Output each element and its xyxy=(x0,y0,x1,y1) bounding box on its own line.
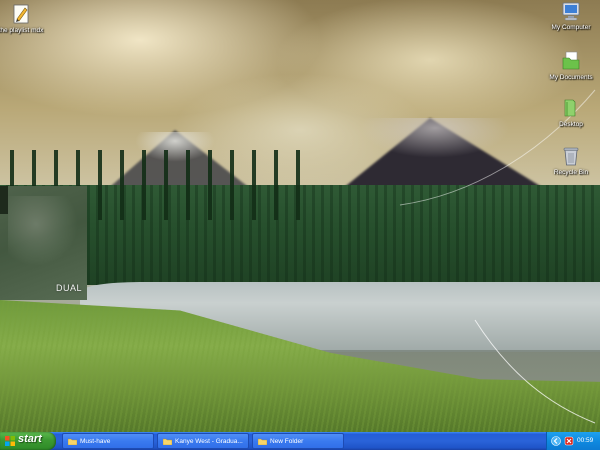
desktop-icon-label: the playlist mdx xyxy=(0,27,44,34)
pencil-doc-icon xyxy=(13,4,29,24)
desktop-icon-label: Desktop xyxy=(559,121,583,128)
desktop-wallpaper[interactable] xyxy=(0,0,600,432)
desktop-icon-my-documents[interactable]: My Documents xyxy=(540,50,600,82)
wallpaper-light-arc xyxy=(399,89,596,424)
monitor-icon xyxy=(562,2,580,21)
folder-icon xyxy=(68,438,77,445)
desktop-icon-desktop[interactable]: Desktop xyxy=(540,97,600,129)
desktop-icon-label: My Documents xyxy=(549,74,593,81)
windows-logo-icon xyxy=(5,436,15,446)
taskbar-button-kanye-west[interactable]: Kanye West - Gradua... xyxy=(157,433,249,449)
green-folder-icon xyxy=(564,99,576,117)
start-button[interactable]: start xyxy=(0,432,56,450)
show-hidden-icons-chevron-icon[interactable] xyxy=(551,436,561,446)
dual-widget-handle[interactable] xyxy=(0,186,8,214)
taskbar-button-label: Must-have xyxy=(80,438,111,445)
taskbar: start Must-have Kanye West - Gradua... N… xyxy=(0,432,600,450)
desktop-icon-label: My Computer xyxy=(551,24,591,31)
system-tray: 00:59 xyxy=(546,432,600,450)
desktop-icon-my-computer[interactable]: My Computer xyxy=(540,0,600,32)
documents-folder-icon xyxy=(562,51,580,70)
taskbar-button-label: Kanye West - Gradua... xyxy=(175,438,243,445)
taskbar-button-label: New Folder xyxy=(270,438,304,445)
desktop-icon-label: Recycle Bin xyxy=(553,169,589,176)
taskbar-button-new-folder[interactable]: New Folder xyxy=(252,433,344,449)
recycle-bin-icon xyxy=(563,147,579,166)
desktop-icon-playlist[interactable]: the playlist mdx xyxy=(0,3,52,35)
tray-alert-icon[interactable] xyxy=(564,436,574,446)
folder-icon xyxy=(258,438,267,445)
folder-icon xyxy=(163,438,172,445)
desktop-icon-recycle-bin[interactable]: Recycle Bin xyxy=(540,145,600,177)
dual-widget-artwork xyxy=(8,196,78,266)
dual-widget-title: DUAL xyxy=(56,283,83,293)
taskbar-button-must-have[interactable]: Must-have xyxy=(62,433,154,449)
tray-clock[interactable]: 00:59 xyxy=(577,437,593,444)
start-label: start xyxy=(18,433,42,445)
